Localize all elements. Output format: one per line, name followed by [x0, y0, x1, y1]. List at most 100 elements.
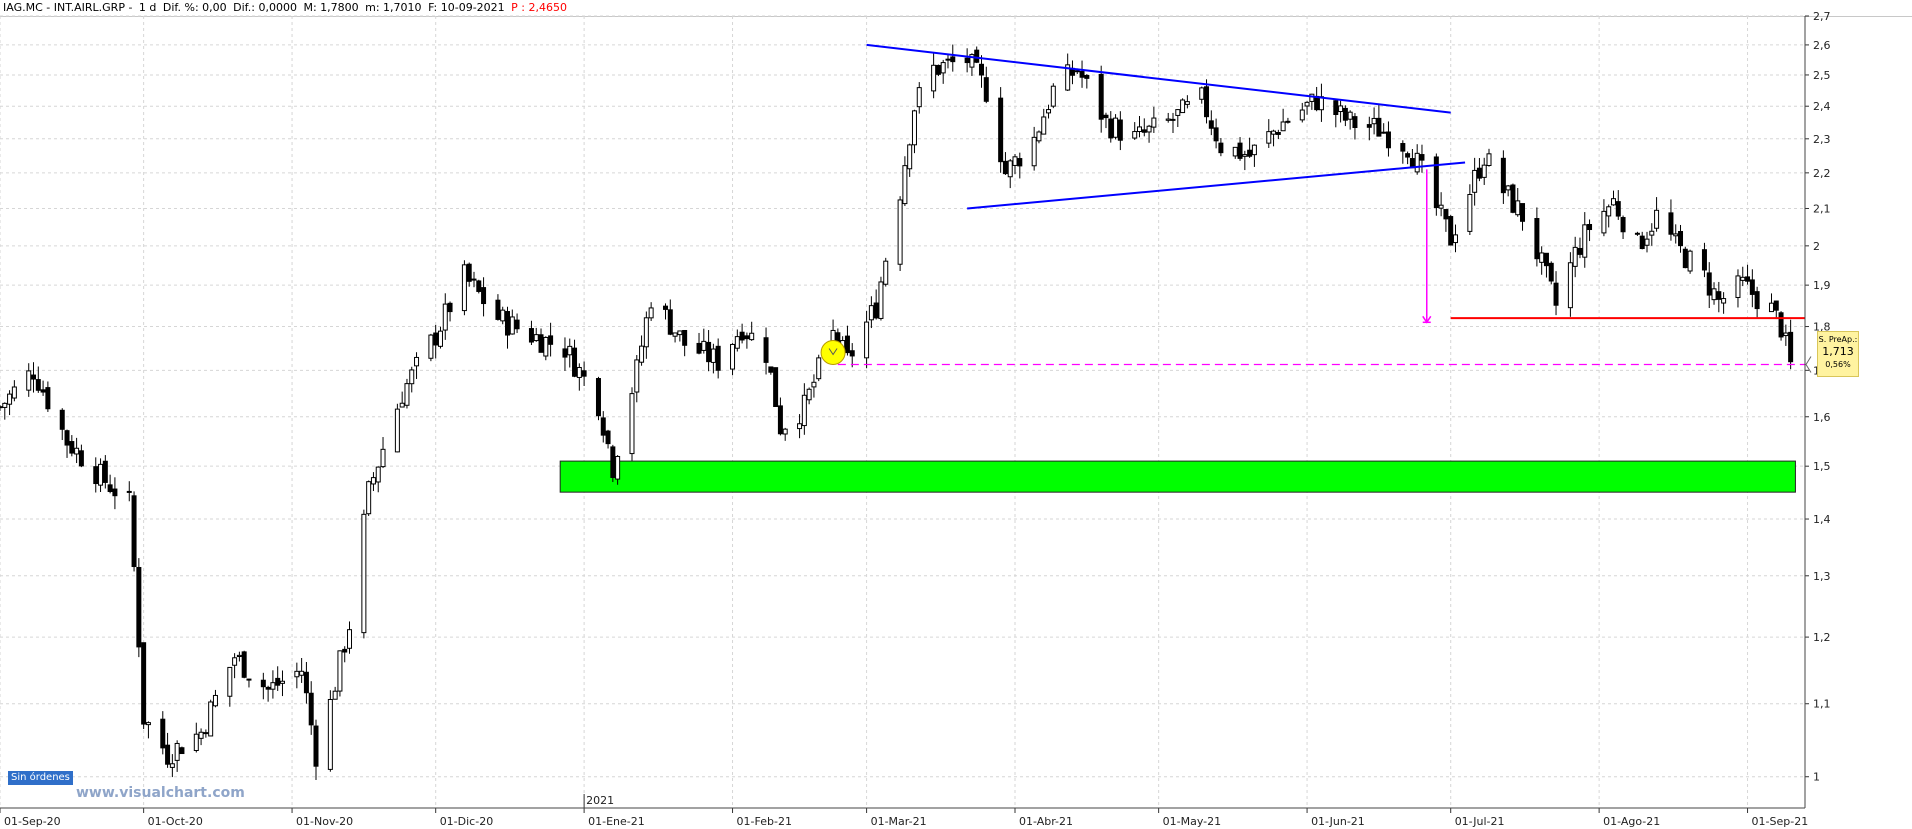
candle-body: [476, 280, 482, 292]
candle-body: [998, 97, 1004, 163]
x-tick-label: 01-Mar-21: [871, 815, 927, 828]
candle-body: [1007, 160, 1013, 178]
candle-body: [1768, 302, 1774, 313]
candle: [174, 740, 180, 772]
candle-body: [126, 490, 132, 493]
candle: [1572, 236, 1578, 278]
candle-body: [648, 307, 654, 319]
candle: [1778, 311, 1784, 341]
candle-body: [1304, 101, 1310, 107]
candle: [1472, 157, 1478, 206]
candle: [1649, 223, 1655, 246]
candle-body: [873, 302, 879, 319]
candle-body: [78, 450, 84, 467]
candle: [270, 670, 276, 699]
y-tick-label: 1,4: [1813, 513, 1831, 526]
candle: [1467, 184, 1473, 235]
candle-body: [145, 722, 151, 726]
candle: [1515, 187, 1521, 217]
x-tick-label: 01-May-21: [1163, 815, 1221, 828]
candle: [11, 380, 17, 402]
candle: [768, 366, 774, 375]
candle-body: [347, 629, 353, 649]
candle: [294, 662, 300, 689]
candle-body: [1285, 120, 1291, 123]
candle-body: [1553, 282, 1559, 306]
candle: [279, 670, 285, 697]
candle-body: [1204, 86, 1210, 118]
candle: [1520, 203, 1526, 231]
candle-body: [734, 336, 740, 349]
marker-circle: [820, 340, 846, 366]
candle-body: [1113, 117, 1119, 138]
candle: [275, 666, 281, 691]
candle: [1141, 118, 1147, 137]
candle: [437, 326, 443, 349]
candle: [303, 662, 309, 704]
candle: [1036, 130, 1042, 144]
candle: [1582, 212, 1588, 268]
candle-body: [327, 698, 333, 770]
candle: [1678, 224, 1684, 253]
candle: [868, 296, 874, 329]
price-chart[interactable]: 11,11,21,31,41,51,61,71,81,922,12,22,32,…: [0, 0, 1912, 829]
candle: [313, 719, 319, 780]
y-tick-label: 2,7: [1813, 10, 1831, 23]
candle: [1084, 74, 1090, 89]
candle: [347, 621, 353, 654]
candle: [1433, 153, 1439, 216]
orders-badge[interactable]: Sin órdenes: [8, 771, 73, 785]
candle-body: [40, 389, 46, 393]
y-tick-label: 2,1: [1813, 202, 1831, 215]
candle-body: [1500, 157, 1506, 194]
candle-body: [1515, 200, 1521, 216]
candle-body: [136, 566, 142, 648]
candle-body: [437, 330, 443, 347]
y-tick-label: 1: [1813, 771, 1820, 784]
candle: [1620, 215, 1626, 239]
candle-body: [279, 680, 285, 684]
candle-body: [634, 359, 640, 393]
candle: [897, 196, 903, 272]
candle: [1788, 319, 1794, 370]
candle: [59, 408, 65, 441]
candle: [141, 642, 147, 730]
candle-body: [1333, 100, 1339, 116]
candle: [1405, 151, 1411, 165]
candle: [93, 457, 99, 493]
candle: [98, 458, 104, 493]
candle-body: [265, 686, 271, 690]
candle: [409, 366, 415, 393]
candle-body: [677, 330, 683, 336]
candle-body: [112, 488, 118, 497]
candle-body: [672, 332, 678, 337]
candle: [1017, 152, 1023, 179]
candle-body: [1098, 73, 1104, 120]
candle-body: [2, 402, 8, 408]
candle: [849, 343, 855, 368]
candle: [1151, 106, 1157, 133]
candle-body: [7, 393, 13, 405]
candle: [1170, 112, 1176, 134]
x-tick-label: 01-Oct-20: [148, 815, 203, 828]
x-tick-label: 01-Nov-20: [296, 815, 353, 828]
candle: [1668, 199, 1674, 241]
candle-body: [1572, 246, 1578, 267]
candle: [1682, 246, 1688, 269]
candle: [600, 411, 606, 443]
candle: [505, 306, 511, 349]
candle: [500, 306, 506, 325]
candle: [1448, 215, 1454, 246]
price-tag-label: S. PreAp.:: [1818, 335, 1858, 344]
candle: [1371, 107, 1377, 135]
candle-body: [160, 718, 166, 749]
candle: [145, 721, 151, 739]
candle-body: [26, 370, 32, 391]
candle: [1639, 231, 1645, 250]
candle: [169, 754, 175, 778]
candle-body: [1620, 217, 1626, 233]
candle: [40, 380, 46, 396]
candle: [1318, 83, 1324, 122]
candle-body: [471, 278, 477, 281]
candle: [1050, 83, 1056, 109]
